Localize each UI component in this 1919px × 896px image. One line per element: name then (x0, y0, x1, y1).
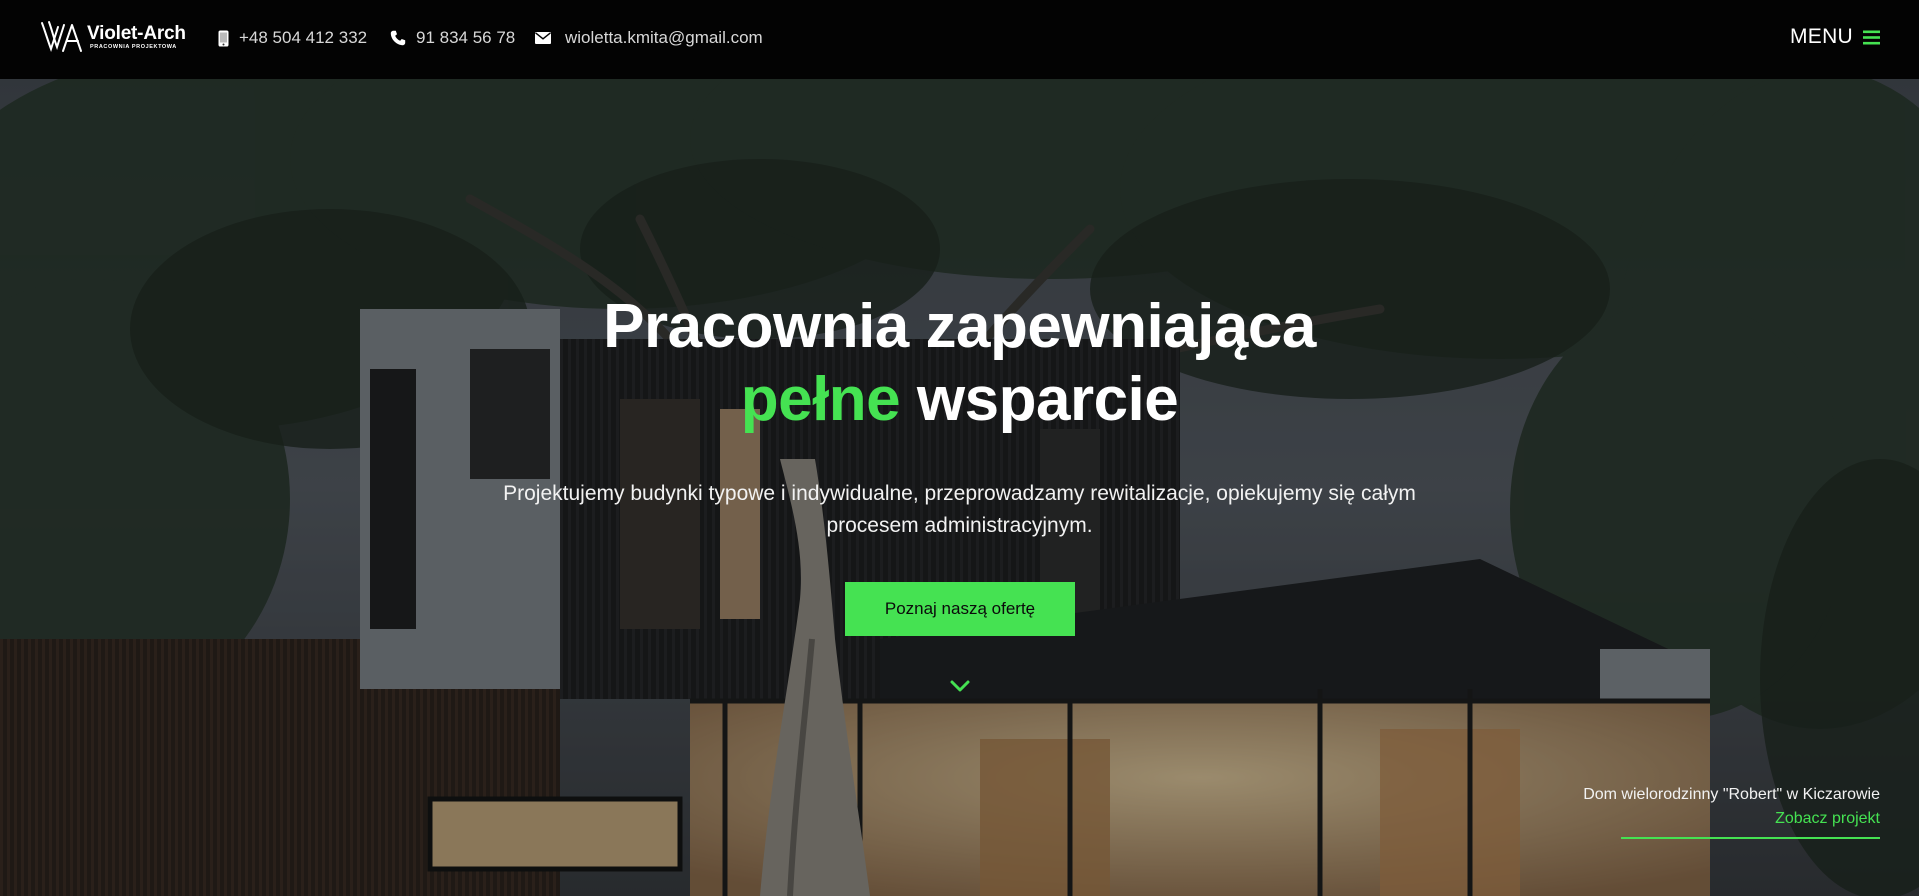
featured-project-title: Dom wielorodzinny "Robert" w Kiczarowie (1583, 786, 1880, 803)
hero-headline-accent: pełne (740, 365, 901, 434)
view-project-link[interactable]: Zobacz projekt (1775, 807, 1880, 831)
project-link-underline (1621, 837, 1880, 839)
contact-phone[interactable]: 91 834 56 78 (390, 28, 515, 48)
hero-headline-line2: pełne wsparcie (0, 363, 1919, 437)
hamburger-icon (1863, 30, 1880, 44)
logo-monogram-icon (41, 21, 82, 53)
phone-icon (390, 30, 406, 46)
contact-mobile[interactable]: +48 504 412 332 (218, 28, 367, 48)
contact-email[interactable]: wioletta.kmita@gmail.com (535, 28, 763, 48)
site-header: Violet-Arch PRACOWNIA PROJEKTOWA +48 504… (0, 0, 1919, 79)
contact-email-text: wioletta.kmita@gmail.com (565, 28, 763, 47)
contact-phone-text: 91 834 56 78 (416, 28, 516, 47)
contact-mobile-text: +48 504 412 332 (239, 28, 368, 47)
logo-name: Violet-Arch (87, 22, 186, 44)
mobile-phone-icon (218, 30, 229, 46)
offer-cta-button[interactable]: Poznaj naszą ofertę (845, 582, 1075, 636)
featured-project: Dom wielorodzinny "Robert" w Kiczarowie … (1583, 783, 1880, 839)
hero-headline-rest: wsparcie (916, 365, 1179, 434)
chevron-down-icon[interactable] (949, 678, 971, 694)
logo[interactable]: Violet-Arch PRACOWNIA PROJEKTOWA (39, 19, 186, 55)
logo-subtitle: PRACOWNIA PROJEKTOWA (90, 43, 177, 50)
hero-section: Pracownia zapewniająca pełne wsparcie Pr… (0, 79, 1919, 896)
envelope-icon (535, 32, 551, 44)
hero-lead-text: Projektujemy budynki typowe i indywidual… (503, 482, 1416, 537)
menu-label: MENU (1789, 25, 1853, 48)
menu-button[interactable]: MENU (1790, 25, 1880, 49)
hero-headline-line1: Pracownia zapewniająca (603, 292, 1316, 361)
